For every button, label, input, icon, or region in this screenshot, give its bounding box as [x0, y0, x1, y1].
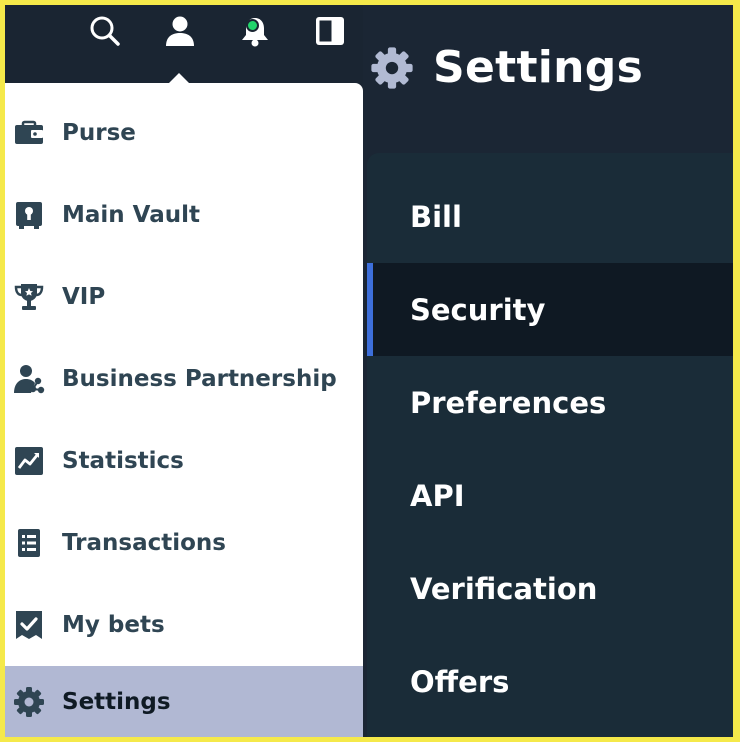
settings-tab-label: Security: [410, 292, 546, 327]
menu-item-label: Main Vault: [62, 202, 200, 228]
vault-icon: [13, 199, 45, 231]
bell-icon[interactable]: [237, 13, 273, 49]
settings-tab-api[interactable]: API: [367, 449, 733, 542]
settings-tab-label: API: [410, 478, 465, 513]
sidebar-toggle-icon[interactable]: [312, 13, 348, 49]
active-indicator: [367, 263, 373, 356]
settings-tab-label: Verification: [410, 571, 598, 606]
trophy-icon: [13, 281, 45, 313]
menu-item-purse[interactable]: Purse: [5, 97, 363, 169]
notification-indicator: [246, 19, 259, 32]
menu-item-label: My bets: [62, 612, 165, 638]
menu-item-label: Settings: [62, 689, 171, 715]
settings-nav: Bill Security Preferences API Verificati…: [367, 153, 733, 737]
settings-tab-label: Bill: [410, 199, 462, 234]
chart-icon: [13, 445, 45, 477]
menu-item-transactions[interactable]: Transactions: [5, 507, 363, 579]
menu-item-vip[interactable]: VIP: [5, 261, 363, 333]
wallet-icon: [13, 117, 45, 149]
app-frame: Purse Main Vault VIP Business Partnershi…: [5, 5, 733, 737]
menu-item-settings[interactable]: Settings: [5, 666, 363, 737]
settings-tab-security[interactable]: Security: [367, 263, 733, 356]
settings-tab-label: Offers: [410, 664, 510, 699]
menu-item-my-bets[interactable]: My bets: [5, 589, 363, 661]
menu-item-statistics[interactable]: Statistics: [5, 425, 363, 497]
list-icon: [13, 527, 45, 559]
gear-icon: [369, 45, 415, 91]
user-icon[interactable]: [162, 13, 198, 49]
search-icon[interactable]: [87, 13, 123, 49]
settings-tab-verification[interactable]: Verification: [367, 542, 733, 635]
menu-item-label: Business Partnership: [62, 366, 337, 392]
menu-item-business-partnership[interactable]: Business Partnership: [5, 343, 363, 415]
page-header: Settings: [363, 5, 733, 140]
user-dropdown-menu: Purse Main Vault VIP Business Partnershi…: [5, 83, 363, 737]
menu-item-label: Transactions: [62, 530, 226, 556]
settings-tab-preferences[interactable]: Preferences: [367, 356, 733, 449]
settings-tab-offers[interactable]: Offers: [367, 635, 733, 728]
gear-icon: [13, 686, 45, 718]
menu-item-label: Statistics: [62, 448, 184, 474]
ticket-icon: [13, 609, 45, 641]
settings-tab-bill[interactable]: Bill: [367, 170, 733, 263]
settings-tab-label: Preferences: [410, 385, 607, 420]
menu-item-label: Purse: [62, 120, 136, 146]
menu-item-main-vault[interactable]: Main Vault: [5, 179, 363, 251]
menu-item-label: VIP: [62, 284, 106, 310]
users-icon: [13, 363, 45, 395]
page-title: Settings: [433, 42, 644, 93]
